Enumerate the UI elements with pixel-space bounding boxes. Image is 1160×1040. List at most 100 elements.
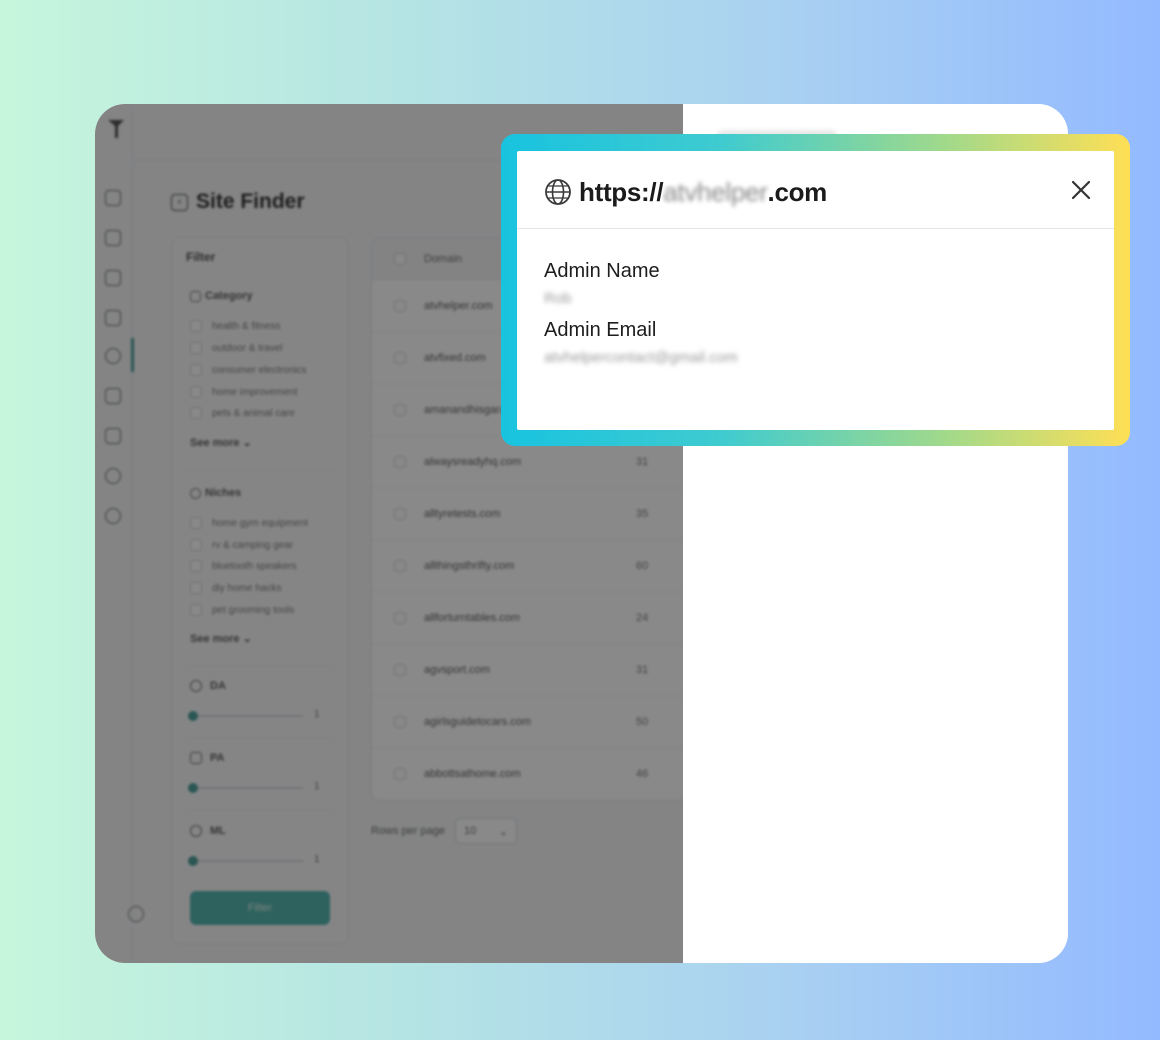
niche-item[interactable]: rv & camping gear [190, 539, 293, 551]
table-row[interactable]: abbottsathome.com 46 [372, 748, 683, 800]
niche-item[interactable]: home gym equipment [190, 517, 308, 529]
table-row[interactable]: allforturntables.com 24 [372, 592, 683, 644]
checkbox[interactable] [190, 407, 202, 419]
da-cell: 24 [636, 611, 649, 624]
page-title: ‹ Site Finder [171, 190, 305, 214]
tag-icon [190, 487, 201, 499]
niche-item-label: pet grooming tools [212, 604, 295, 616]
domain-cell: agvsport.com [424, 663, 491, 676]
category-item-label: health & fitness [212, 320, 281, 332]
settings-icon[interactable] [105, 508, 121, 524]
send-icon[interactable] [105, 310, 121, 326]
row-checkbox[interactable] [394, 351, 406, 364]
table-row[interactable]: allthingsthrifty.com 60 [372, 540, 683, 592]
checkbox[interactable] [190, 560, 202, 572]
pa-slider-label: PA [190, 752, 224, 764]
back-button[interactable]: ‹ [171, 193, 188, 211]
domain-cell: alwaysreadyhq.com [424, 455, 522, 468]
modal-highlight-frame: https://atvhelper.com Admin Name Rob Adm… [501, 134, 1130, 446]
network-icon[interactable] [105, 428, 121, 444]
category-item[interactable]: health & fitness [190, 320, 280, 332]
category-item[interactable]: pets & animal care [190, 407, 295, 419]
globe-icon [545, 179, 571, 205]
rows-per-page-select[interactable]: 10 ⌄ [455, 818, 517, 844]
da-cell: 60 [636, 559, 649, 572]
filter-button[interactable]: Filter [190, 891, 330, 925]
column-domain[interactable]: Domain [424, 253, 462, 265]
row-checkbox[interactable] [394, 611, 406, 624]
home-icon[interactable] [105, 190, 121, 206]
table-row[interactable]: alltyretests.com 35 [372, 488, 683, 540]
row-checkbox[interactable] [394, 715, 406, 728]
divider [186, 470, 334, 471]
select-all-checkbox[interactable] [394, 252, 406, 265]
ml-slider-label: ML [190, 825, 226, 837]
checkbox[interactable] [190, 604, 202, 616]
checkbox[interactable] [190, 517, 202, 529]
checkbox[interactable] [190, 364, 202, 376]
admin-name-label: Admin Name [544, 260, 660, 282]
category-item[interactable]: outdoor & travel [190, 342, 283, 354]
category-see-more[interactable]: See more ⌄ [190, 436, 252, 449]
globe-icon [190, 680, 202, 692]
page-icon [190, 752, 202, 764]
row-checkbox[interactable] [394, 507, 406, 520]
row-checkbox[interactable] [394, 403, 406, 416]
row-checkbox[interactable] [394, 299, 406, 312]
inbox-icon[interactable] [105, 270, 121, 286]
domain-cell: allthingsthrifty.com [424, 559, 515, 572]
close-icon[interactable] [1070, 179, 1092, 201]
niche-item[interactable]: bluetooth speakers [190, 560, 297, 572]
help-icon[interactable] [128, 906, 144, 922]
globe-icon[interactable] [105, 348, 121, 364]
da-slider-label: DA [190, 680, 226, 692]
pa-slider-value: 1 [314, 781, 320, 792]
da-cell: 46 [636, 767, 649, 780]
divider [186, 738, 334, 739]
row-checkbox[interactable] [394, 663, 406, 676]
niche-item-label: diy home hacks [212, 582, 282, 594]
niche-item[interactable]: diy home hacks [190, 582, 281, 594]
row-checkbox[interactable] [394, 767, 406, 780]
modal-title-domain: atvhelper [663, 177, 768, 207]
checkbox[interactable] [190, 386, 202, 398]
row-checkbox[interactable] [394, 455, 406, 468]
row-checkbox[interactable] [394, 559, 406, 572]
ml-slider-track[interactable] [192, 860, 304, 862]
pa-slider-handle[interactable] [188, 783, 198, 793]
rows-per-page-value: 10 [464, 825, 477, 837]
rows-per-page-label: Rows per page [371, 825, 445, 837]
niche-item[interactable]: pet grooming tools [190, 604, 294, 616]
ml-slider-handle[interactable] [188, 856, 198, 866]
domain-cell: alltyretests.com [424, 507, 501, 520]
category-item-label: consumer electronics [212, 364, 307, 376]
category-item[interactable]: home improvement [190, 386, 298, 398]
filter-heading: Filter [186, 250, 216, 264]
folder-icon[interactable] [105, 230, 121, 246]
checkbox[interactable] [190, 342, 202, 354]
modal-title-prefix: https:// [579, 177, 664, 207]
da-slider-handle[interactable] [188, 711, 198, 721]
da-cell: 35 [636, 507, 649, 520]
page-title-text: Site Finder [196, 190, 305, 213]
da-slider-track[interactable] [192, 715, 304, 717]
da-slider-value: 1 [314, 709, 320, 720]
niches-title-text: Niches [205, 487, 242, 499]
niches-see-more[interactable]: See more ⌄ [190, 632, 252, 645]
icon-rail [95, 104, 134, 963]
checkbox[interactable] [190, 582, 202, 594]
category-item-label: home improvement [212, 386, 298, 398]
checkbox[interactable] [190, 320, 202, 332]
pa-slider-track[interactable] [192, 787, 304, 789]
checkbox[interactable] [190, 539, 202, 551]
admin-name-value: Rob [544, 290, 572, 307]
domain-cell: atvhelper.com [424, 299, 493, 312]
table-row[interactable]: agvsport.com 31 [372, 644, 683, 696]
grid-icon[interactable] [105, 388, 121, 404]
users-icon[interactable] [105, 468, 121, 484]
table-row[interactable]: agirlsguidetocars.com 50 [372, 696, 683, 748]
admin-email-label: Admin Email [544, 319, 657, 341]
category-item[interactable]: consumer electronics [190, 364, 306, 376]
domain-cell: atvfixed.com [424, 351, 486, 364]
logo-icon [108, 120, 124, 138]
